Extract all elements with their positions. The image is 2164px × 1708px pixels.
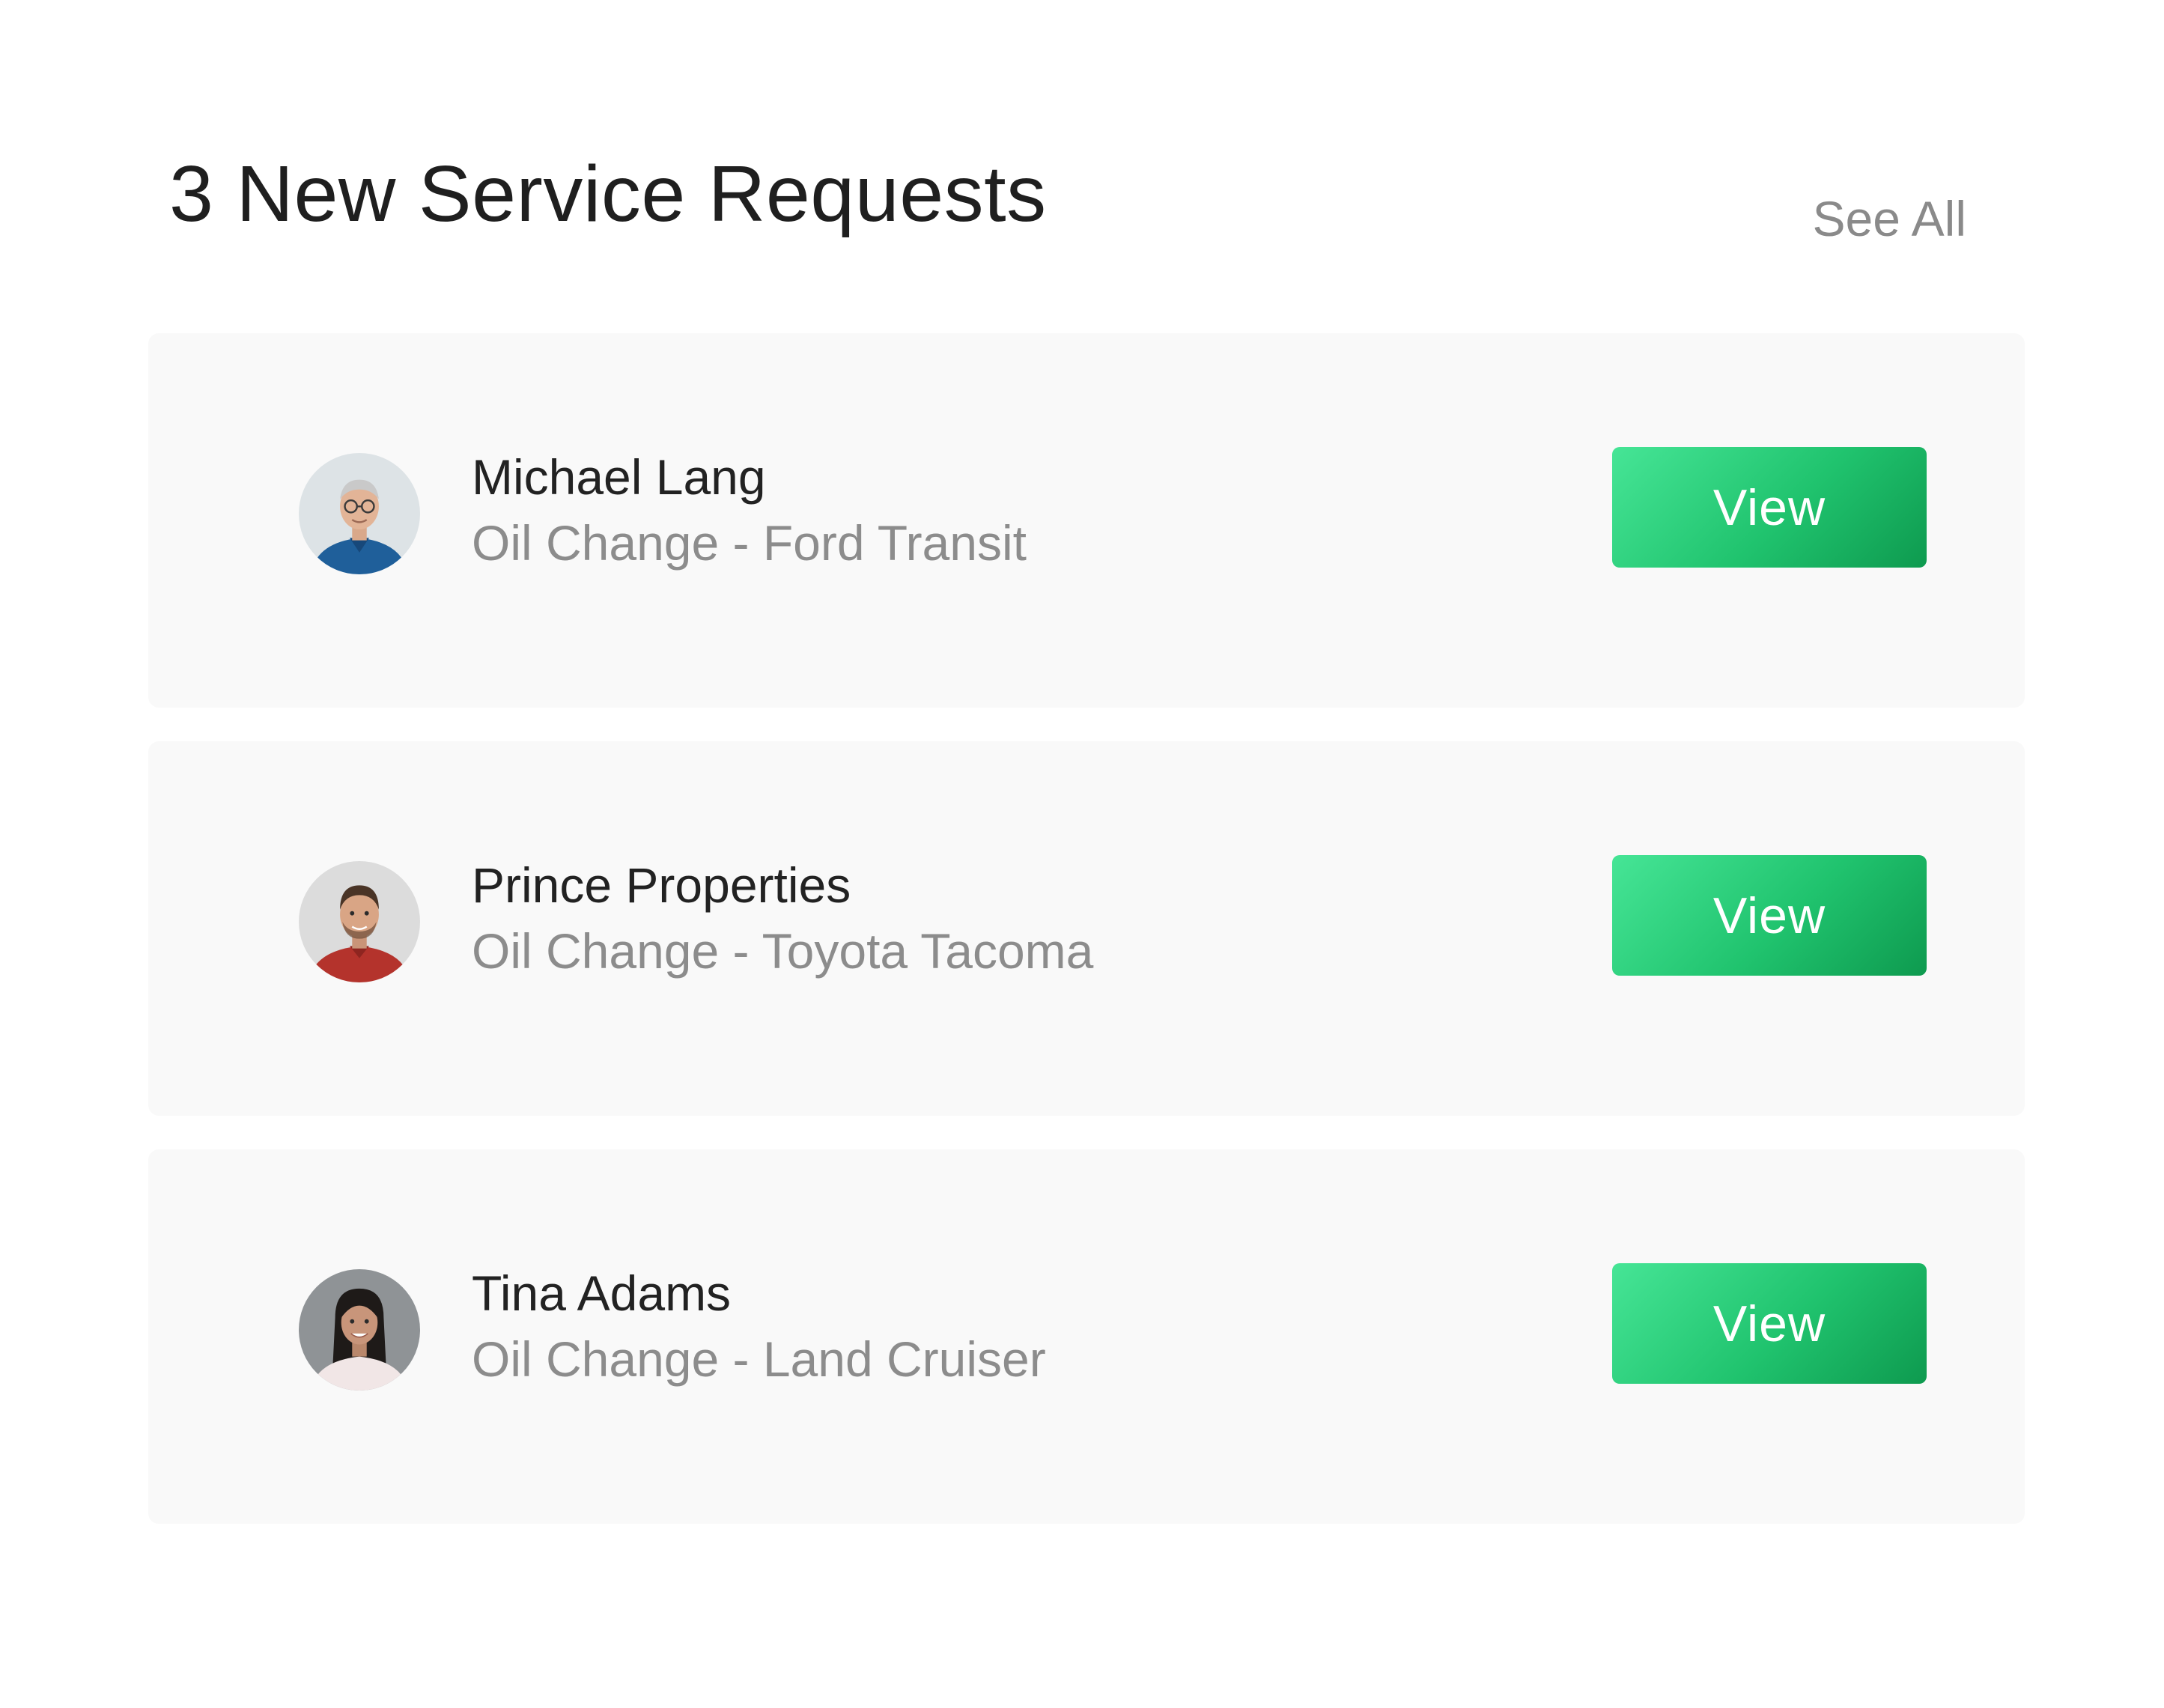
avatar bbox=[299, 861, 420, 982]
page-title: 3 New Service Requests bbox=[169, 150, 1047, 238]
service-description: Oil Change - Toyota Tacoma bbox=[472, 923, 1094, 979]
avatar-photo bbox=[299, 861, 420, 982]
view-button[interactable]: View bbox=[1612, 1263, 1927, 1384]
view-button[interactable]: View bbox=[1612, 447, 1927, 568]
avatar-photo bbox=[299, 453, 420, 574]
service-description: Oil Change - Ford Transit bbox=[472, 514, 1027, 571]
view-button[interactable]: View bbox=[1612, 855, 1927, 976]
service-description: Oil Change - Land Cruiser bbox=[472, 1331, 1046, 1387]
avatar bbox=[299, 1269, 420, 1391]
customer-name: Michael Lang bbox=[472, 449, 766, 505]
see-all-link[interactable]: See All bbox=[1813, 189, 1966, 249]
service-request-card: Tina Adams Oil Change - Land Cruiser Vie… bbox=[148, 1149, 2025, 1524]
avatar bbox=[299, 453, 420, 574]
service-request-card: Prince Properties Oil Change - Toyota Ta… bbox=[148, 741, 2025, 1116]
avatar-photo bbox=[299, 1269, 420, 1391]
customer-name: Tina Adams bbox=[472, 1265, 732, 1321]
customer-name: Prince Properties bbox=[472, 857, 851, 913]
service-request-card: Michael Lang Oil Change - Ford Transit V… bbox=[148, 333, 2025, 708]
service-request-list: Michael Lang Oil Change - Ford Transit V… bbox=[148, 333, 2025, 1557]
